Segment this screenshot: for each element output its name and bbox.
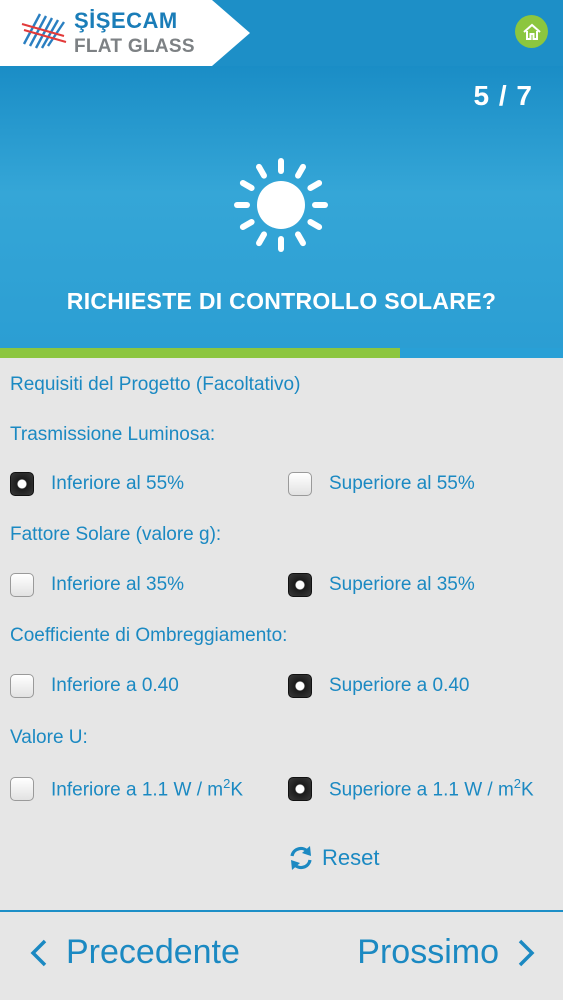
progress-bar [0, 348, 563, 358]
brand-subtitle: FLAT GLASS [74, 36, 195, 57]
radio-button[interactable] [288, 573, 312, 597]
radio-button[interactable] [10, 573, 34, 597]
option-label: Superiore al 35% [329, 574, 475, 595]
question-header: 5 / 7 RICHIESTE DI CONTROLLO SOLARE? [0, 66, 563, 348]
home-button[interactable] [515, 15, 548, 48]
option-label: Inferiore a 0.40 [51, 675, 179, 696]
chevron-left-icon [30, 939, 47, 966]
group-label-solar-factor: Fattore Solare (valore g): [10, 524, 222, 545]
option-label: Superiore al 55% [329, 473, 475, 494]
group-label-light-transmission: Trasmissione Luminosa: [10, 424, 216, 445]
sisecam-logo-icon [21, 13, 67, 49]
radio-button[interactable] [288, 674, 312, 698]
option-light-below-55[interactable]: Inferiore al 55% [10, 472, 184, 496]
option-shading-above-040[interactable]: Superiore a 0.40 [288, 674, 470, 698]
option-shading-below-040[interactable]: Inferiore a 0.40 [10, 674, 179, 698]
radio-button[interactable] [288, 472, 312, 496]
previous-button[interactable]: Precedente [28, 933, 240, 972]
option-label: Inferiore al 35% [51, 574, 185, 595]
option-u-below-1-1[interactable]: Inferiore a 1.1 W / m2K [10, 776, 243, 801]
option-label: Superiore a 1.1 W / m2K [329, 776, 534, 801]
next-label: Prossimo [357, 933, 499, 971]
sun-icon [234, 158, 328, 252]
option-solar-below-35[interactable]: Inferiore al 35% [10, 573, 184, 597]
option-solar-above-35[interactable]: Superiore al 35% [288, 573, 475, 597]
form-intro: Requisiti del Progetto (Facoltativo) [10, 374, 301, 395]
option-label: Superiore a 0.40 [329, 675, 470, 696]
option-label: Inferiore al 55% [51, 473, 185, 494]
reset-label: Reset [322, 845, 380, 870]
radio-button[interactable] [288, 776, 312, 801]
radio-button[interactable] [10, 674, 34, 698]
step-counter: 5 / 7 [473, 80, 533, 111]
home-icon [522, 23, 541, 40]
radio-button[interactable] [10, 776, 34, 801]
progress-fill [0, 348, 400, 358]
chevron-right-icon [518, 939, 535, 966]
option-label: Inferiore a 1.1 W / m2K [51, 776, 244, 801]
next-button[interactable]: Prossimo [357, 933, 537, 972]
group-label-u-value: Valore U: [10, 727, 88, 748]
radio-button[interactable] [10, 472, 34, 496]
brand-name: ŞİŞECAM [74, 8, 178, 33]
top-bar: ŞİŞECAM FLAT GLASS [0, 0, 563, 66]
option-u-above-1-1[interactable]: Superiore a 1.1 W / m2K [288, 776, 534, 801]
reset-button[interactable]: Reset [286, 843, 379, 873]
question-title: RICHIESTE DI CONTROLLO SOLARE? [66, 288, 497, 314]
refresh-icon [290, 846, 312, 870]
brand-logo: ŞİŞECAM FLAT GLASS [0, 0, 250, 66]
footer-divider [0, 910, 563, 912]
previous-label: Precedente [66, 933, 240, 971]
group-label-shading-coefficient: Coefficiente di Ombreggiamento: [10, 625, 288, 646]
option-light-above-55[interactable]: Superiore al 55% [288, 472, 475, 496]
